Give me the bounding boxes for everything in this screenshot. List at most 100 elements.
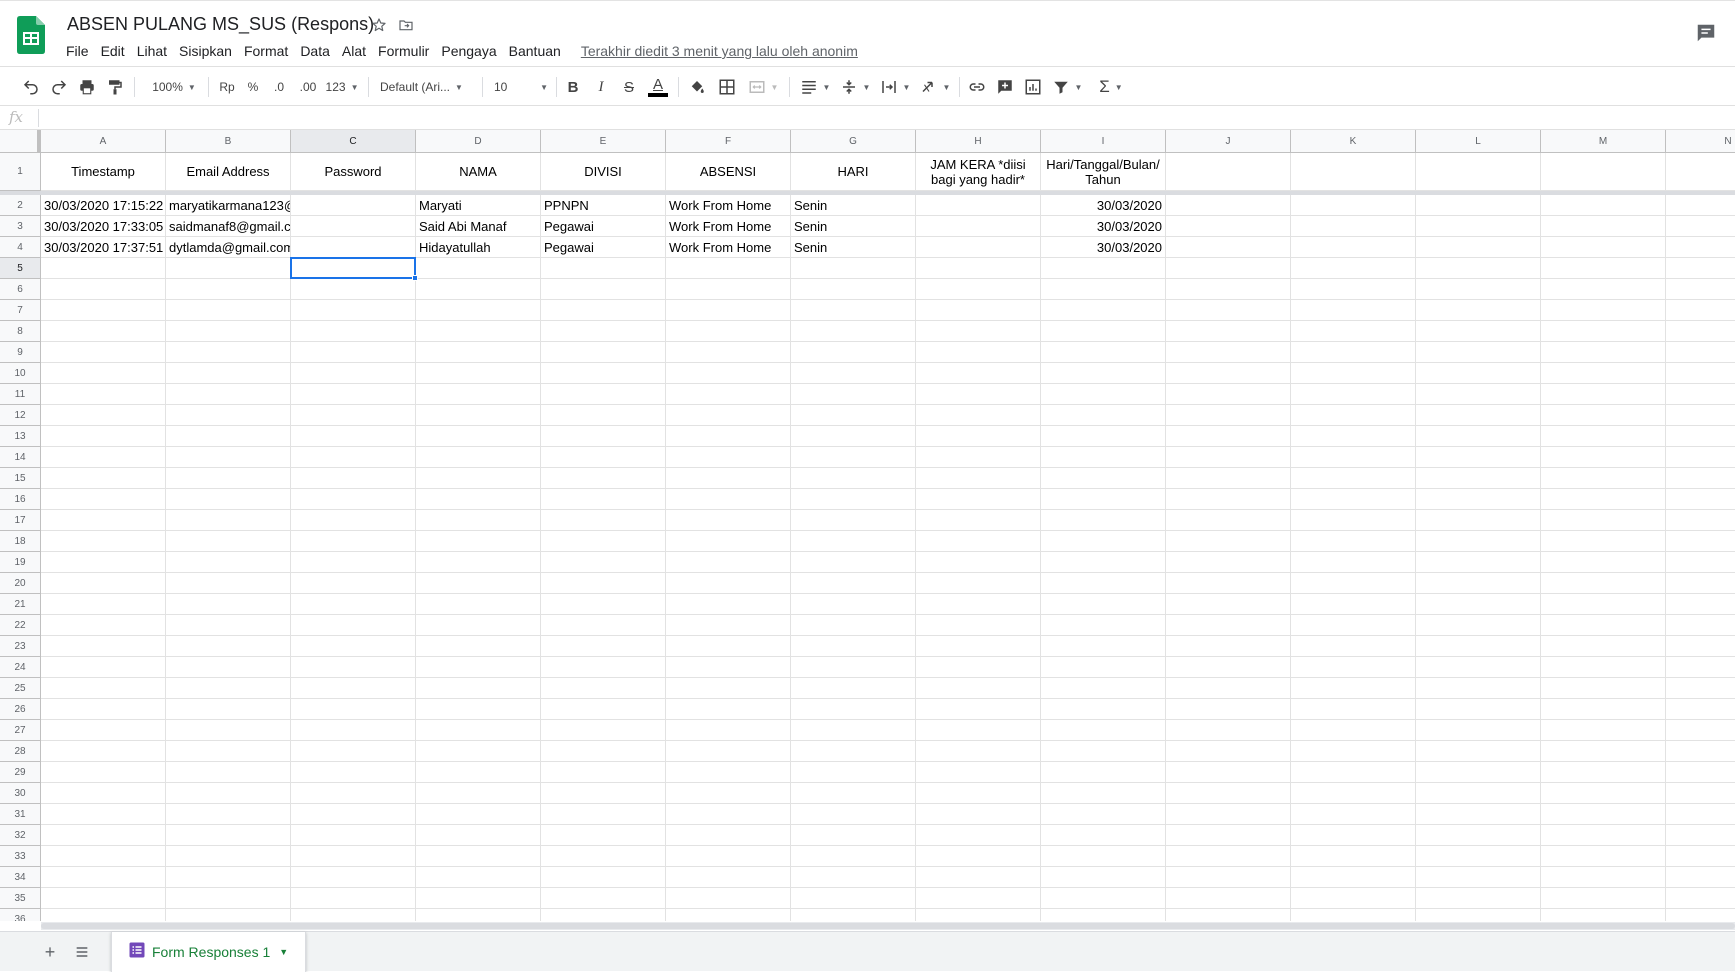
cell[interactable] — [1291, 909, 1416, 921]
cell[interactable] — [166, 804, 291, 825]
folder-move-icon[interactable] — [396, 15, 416, 35]
cell[interactable] — [1291, 216, 1416, 237]
cell[interactable] — [166, 762, 291, 783]
cell[interactable] — [1541, 237, 1666, 258]
header-cell[interactable] — [1291, 153, 1416, 191]
cell[interactable] — [541, 405, 666, 426]
cell[interactable] — [666, 615, 791, 636]
cell[interactable] — [166, 867, 291, 888]
cell[interactable] — [1291, 720, 1416, 741]
cell[interactable] — [1666, 258, 1735, 279]
cell[interactable] — [666, 678, 791, 699]
cell[interactable] — [1666, 825, 1735, 846]
cell[interactable]: maryatikarmana123@ — [166, 195, 291, 216]
cell[interactable] — [666, 489, 791, 510]
cell[interactable]: 30/03/2020 17:37:51 — [41, 237, 166, 258]
cell[interactable] — [1291, 510, 1416, 531]
cell[interactable] — [916, 741, 1041, 762]
cell[interactable] — [1666, 468, 1735, 489]
cell[interactable] — [1541, 426, 1666, 447]
cell[interactable] — [1041, 762, 1166, 783]
cell[interactable] — [791, 741, 916, 762]
cell[interactable] — [916, 363, 1041, 384]
cell[interactable] — [1166, 216, 1291, 237]
cell[interactable] — [1666, 279, 1735, 300]
cell[interactable] — [1416, 867, 1541, 888]
cell[interactable] — [416, 909, 541, 921]
cell[interactable] — [1041, 657, 1166, 678]
cell[interactable] — [541, 489, 666, 510]
cell[interactable] — [416, 867, 541, 888]
cell[interactable] — [416, 783, 541, 804]
cell[interactable] — [541, 552, 666, 573]
decrease-decimal-button[interactable]: .0 — [268, 75, 290, 99]
header-cell[interactable] — [1166, 153, 1291, 191]
cell[interactable] — [666, 594, 791, 615]
cell[interactable] — [916, 867, 1041, 888]
cell[interactable] — [791, 657, 916, 678]
row-header[interactable]: 5 — [0, 258, 41, 279]
cell[interactable] — [1291, 867, 1416, 888]
cell[interactable] — [916, 216, 1041, 237]
cell[interactable] — [41, 489, 166, 510]
cell[interactable] — [1416, 405, 1541, 426]
cell[interactable] — [1666, 888, 1735, 909]
cell[interactable] — [1291, 405, 1416, 426]
cell[interactable] — [1291, 699, 1416, 720]
column-header-g[interactable]: G — [791, 130, 916, 153]
plus-icon[interactable]: + — [38, 940, 62, 964]
cell[interactable] — [1166, 510, 1291, 531]
cell[interactable] — [166, 825, 291, 846]
cell[interactable] — [291, 279, 416, 300]
cell[interactable] — [166, 636, 291, 657]
cell[interactable] — [1166, 405, 1291, 426]
cell[interactable] — [1041, 426, 1166, 447]
link-icon[interactable] — [965, 75, 989, 99]
cell[interactable] — [541, 426, 666, 447]
cell[interactable] — [1541, 363, 1666, 384]
cell[interactable] — [1541, 489, 1666, 510]
cell[interactable] — [1541, 762, 1666, 783]
cell[interactable] — [1166, 846, 1291, 867]
cell[interactable] — [1666, 321, 1735, 342]
cell[interactable] — [1541, 468, 1666, 489]
cell[interactable] — [416, 720, 541, 741]
cell[interactable] — [1416, 615, 1541, 636]
cell[interactable] — [1541, 678, 1666, 699]
cell[interactable] — [416, 531, 541, 552]
cell[interactable] — [791, 342, 916, 363]
cell[interactable] — [291, 405, 416, 426]
cell[interactable] — [1416, 804, 1541, 825]
cell[interactable]: saidmanaf8@gmail.c — [166, 216, 291, 237]
cell[interactable] — [166, 468, 291, 489]
cell[interactable] — [1416, 279, 1541, 300]
cell[interactable] — [1041, 363, 1166, 384]
cell[interactable] — [166, 384, 291, 405]
cell[interactable] — [166, 678, 291, 699]
cell[interactable] — [1666, 384, 1735, 405]
cell[interactable] — [541, 720, 666, 741]
cell[interactable] — [1291, 825, 1416, 846]
cell[interactable] — [541, 300, 666, 321]
cell[interactable] — [1666, 573, 1735, 594]
cell[interactable] — [666, 783, 791, 804]
redo-icon[interactable] — [48, 75, 70, 99]
row-header[interactable]: 26 — [0, 699, 41, 720]
cell[interactable] — [416, 552, 541, 573]
cell[interactable] — [166, 615, 291, 636]
cell[interactable] — [541, 321, 666, 342]
cell[interactable] — [916, 426, 1041, 447]
cell[interactable] — [1416, 825, 1541, 846]
cell[interactable] — [291, 489, 416, 510]
cell[interactable] — [416, 636, 541, 657]
cell[interactable] — [791, 321, 916, 342]
cell[interactable] — [1041, 384, 1166, 405]
cell[interactable] — [1041, 300, 1166, 321]
cell[interactable] — [1041, 594, 1166, 615]
cell[interactable] — [916, 720, 1041, 741]
cell[interactable] — [916, 552, 1041, 573]
cell[interactable] — [791, 825, 916, 846]
cell[interactable] — [1416, 447, 1541, 468]
cell[interactable] — [1416, 846, 1541, 867]
cell[interactable]: Work From Home — [666, 195, 791, 216]
